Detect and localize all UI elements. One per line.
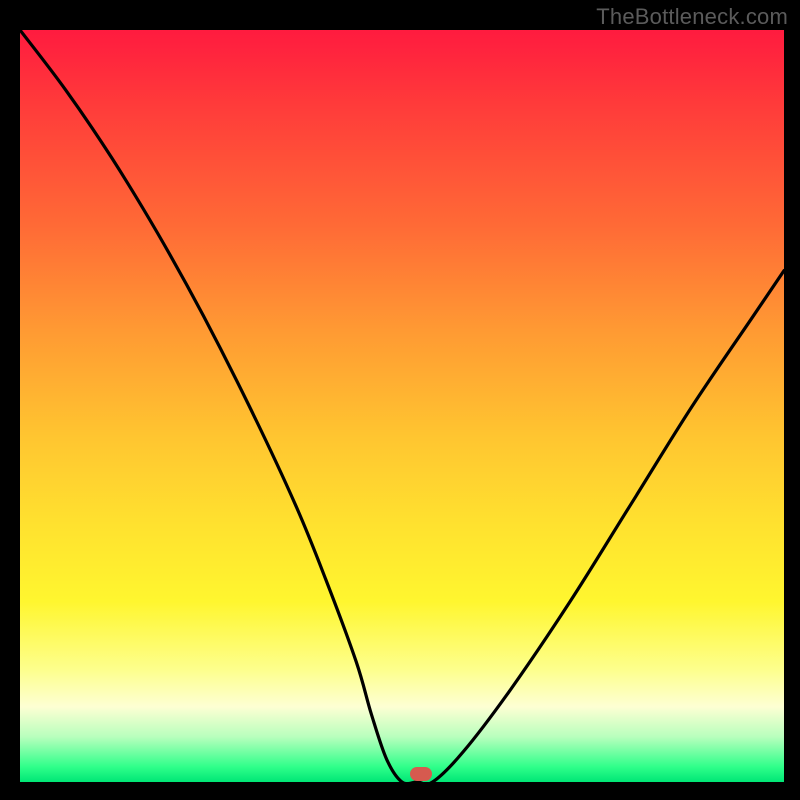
plot-area: [20, 30, 784, 782]
bottleneck-curve: [20, 30, 784, 782]
watermark-text: TheBottleneck.com: [596, 4, 788, 30]
minimum-marker: [410, 767, 432, 781]
chart-frame: TheBottleneck.com: [0, 0, 800, 800]
curve-svg: [20, 30, 784, 782]
